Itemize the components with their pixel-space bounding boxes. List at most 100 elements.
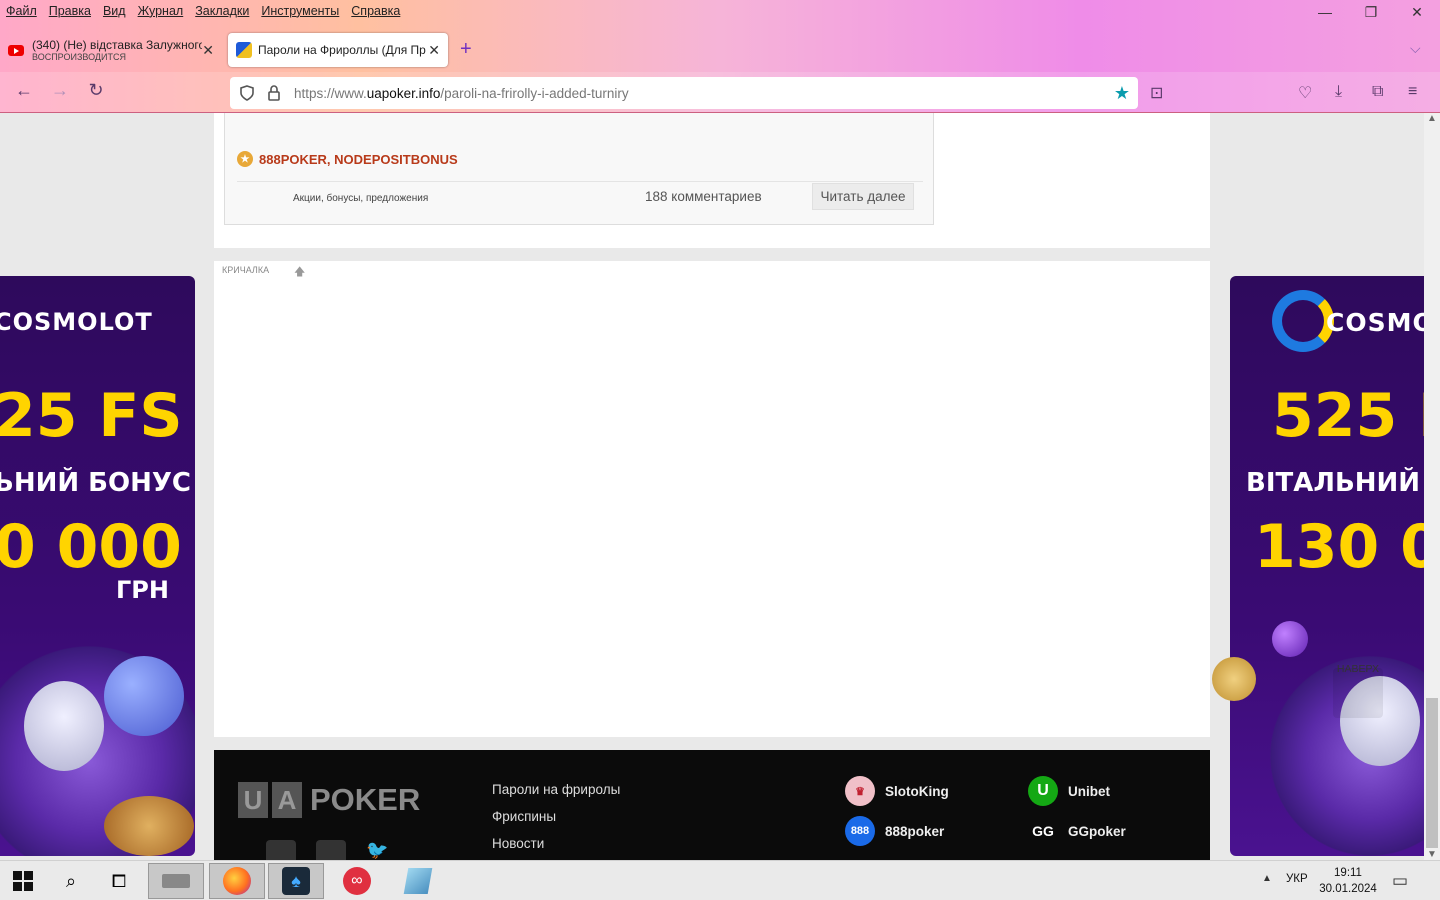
tab-youtube[interactable]: (340) (Не) відставка Залужного ВОСПРОИЗВ… xyxy=(4,34,222,66)
arrow-up-icon[interactable]: 🡅 xyxy=(294,263,305,282)
banner-bonus-text: ВІТАЛЬНИЙ Б xyxy=(1246,468,1424,498)
arrow-left-icon[interactable]: ← xyxy=(12,80,36,101)
browser-chrome: Файл Правка Вид Журнал Закладки Инструме… xyxy=(0,0,1440,113)
banner-bonus-text: ЬНИЙ БОНУС xyxy=(0,468,191,498)
star-icon[interactable]: ★ xyxy=(1114,83,1130,104)
footer-link-news[interactable]: Новости xyxy=(492,836,544,851)
menu-history[interactable]: Журнал xyxy=(138,4,184,18)
room-unibet[interactable]: U Unibet xyxy=(1028,776,1110,806)
facebook-icon[interactable] xyxy=(266,840,296,860)
shield-icon[interactable] xyxy=(238,84,256,102)
page-viewport: ★ 888POKER, NODEPOSITBONUS Акции, бонусы… xyxy=(0,113,1424,860)
robot-extension-icon[interactable]: ⊡ xyxy=(1150,83,1163,103)
post-category[interactable]: Акции, бонусы, предложения xyxy=(293,193,428,204)
task-view-icon[interactable]: ⧠ xyxy=(96,863,142,899)
banner-freespins: 525 F xyxy=(1272,381,1424,451)
banner-freespins: 25 FS xyxy=(0,381,183,451)
hamburger-icon[interactable]: ≡ xyxy=(1408,83,1417,101)
close-icon[interactable]: ✕ xyxy=(428,42,440,59)
menu-edit[interactable]: Правка xyxy=(49,4,91,18)
uapoker-favicon-icon xyxy=(236,42,252,58)
puzzle-icon[interactable]: ⧉ xyxy=(1372,83,1383,101)
file-explorer-icon[interactable] xyxy=(148,863,204,899)
shoutbox: КРИЧАЛКА 🡅 xyxy=(214,261,1210,737)
scroll-to-top-button[interactable] xyxy=(1333,668,1383,718)
divider xyxy=(237,181,923,182)
unibet-icon: U xyxy=(1028,776,1058,806)
notepad-icon[interactable] xyxy=(390,863,446,899)
slotoking-icon: ♛ xyxy=(845,776,875,806)
read-more-button[interactable]: Читать далее xyxy=(812,183,914,210)
pokerstars-icon[interactable]: ♠ xyxy=(268,863,324,899)
menu-tools[interactable]: Инструменты xyxy=(261,4,339,18)
menu-bar: Файл Правка Вид Журнал Закладки Инструме… xyxy=(0,0,406,22)
minimize-icon[interactable]: — xyxy=(1310,4,1340,20)
scrollbar-thumb[interactable] xyxy=(1426,698,1438,848)
twitter-icon[interactable]: 🐦 xyxy=(366,840,396,860)
comments-count[interactable]: 188 комментариев xyxy=(645,189,762,204)
telegram-icon[interactable] xyxy=(316,840,346,860)
logo-text: POKER xyxy=(310,782,421,817)
scroll-down-icon[interactable]: ▼ xyxy=(1427,849,1437,860)
room-label: Unibet xyxy=(1068,783,1110,799)
cosmolot-logo-icon xyxy=(1272,290,1334,352)
download-icon[interactable]: ⤓ xyxy=(1335,83,1342,101)
poker-client-icon[interactable]: ∞ xyxy=(329,863,385,899)
site-footer: U A POKER 🐦 Пароли на фриролы Фриспины Н… xyxy=(214,750,1210,860)
planet-image xyxy=(1272,621,1308,657)
windows-start-icon[interactable] xyxy=(0,863,46,899)
room-slotoking[interactable]: ♛ SlotoKing xyxy=(845,776,949,806)
restore-icon[interactable]: ❐ xyxy=(1356,4,1386,21)
logo-letter: U xyxy=(238,782,268,818)
uapoker-logo[interactable]: U A POKER xyxy=(238,782,420,818)
scroll-up-icon[interactable]: ▲ xyxy=(1427,113,1437,124)
close-icon[interactable]: ✕ xyxy=(202,42,214,59)
content-wrapper: ★ 888POKER, NODEPOSITBONUS Акции, бонусы… xyxy=(214,113,1210,248)
tab-playing-label: ВОСПРОИЗВОДИТСЯ xyxy=(32,52,126,62)
arrow-right-icon[interactable]: → xyxy=(48,80,72,101)
scrollbar[interactable]: ▲ ▼ xyxy=(1424,113,1440,860)
banner-brand: COSMO xyxy=(1326,308,1424,337)
firefox-icon[interactable] xyxy=(209,863,265,899)
astronaut-image xyxy=(24,681,104,771)
room-label: 888poker xyxy=(885,823,945,839)
star-badge-icon: ★ xyxy=(237,151,253,167)
room-label: GGpoker xyxy=(1068,823,1126,839)
post-card: ★ 888POKER, NODEPOSITBONUS Акции, бонусы… xyxy=(224,113,934,225)
windows-taskbar: ⌕ ⧠ ♠ ∞ ▲ УКР 19:11 30.01.2024 ▭ xyxy=(0,860,1440,900)
clock-date: 30.01.2024 xyxy=(1319,883,1377,895)
ad-banner-left[interactable]: COSMOLOT 25 FS ЬНИЙ БОНУС 0 000 ГРН xyxy=(0,276,195,856)
menu-file[interactable]: Файл xyxy=(6,4,37,18)
pocket-icon[interactable]: ♡ xyxy=(1298,83,1312,103)
url-bar[interactable]: https://www.uapoker.info/paroli-na-friro… xyxy=(230,77,1138,109)
coin-image xyxy=(104,796,194,856)
menu-bookmarks[interactable]: Закладки xyxy=(195,4,249,18)
search-icon[interactable]: ⌕ xyxy=(48,863,94,899)
reload-icon[interactable]: ↻ xyxy=(84,80,108,101)
clock-time: 19:11 xyxy=(1334,867,1362,879)
lock-icon[interactable] xyxy=(266,84,282,102)
menu-view[interactable]: Вид xyxy=(103,4,126,18)
window-close-icon[interactable]: ✕ xyxy=(1402,4,1432,21)
chevron-down-icon[interactable]: ⌵ xyxy=(1410,40,1421,57)
clock[interactable]: 19:11 30.01.2024 xyxy=(1318,865,1378,897)
footer-link-freespins[interactable]: Фриспины xyxy=(492,809,556,824)
notifications-icon[interactable]: ▭ xyxy=(1392,871,1408,891)
coin-image xyxy=(1212,657,1256,701)
menu-help[interactable]: Справка xyxy=(351,4,400,18)
tab-active[interactable]: Пароли на Фрироллы (Для Пр ✕ xyxy=(228,33,448,67)
banner-amount: 0 000 xyxy=(0,512,182,582)
tray-chevron-up-icon[interactable]: ▲ xyxy=(1262,873,1272,884)
room-ggpoker[interactable]: GG GGpoker xyxy=(1028,816,1126,846)
ad-banner-right[interactable]: COSMO 525 F ВІТАЛЬНИЙ Б 130 0 xyxy=(1230,276,1424,856)
scroll-to-top-label[interactable]: НАВЕРХ xyxy=(1320,663,1396,675)
room-888poker[interactable]: 888 888poker xyxy=(845,816,944,846)
tab-title: (340) (Не) відставка Залужного xyxy=(32,38,202,52)
keyboard-language[interactable]: УКР xyxy=(1286,873,1308,885)
footer-link-freeroll-passwords[interactable]: Пароли на фриролы xyxy=(492,782,620,797)
banner-brand: COSMOLOT xyxy=(0,308,153,336)
post-tag-links[interactable]: 888POKER, NODEPOSITBONUS xyxy=(259,152,458,167)
ggpoker-icon: GG xyxy=(1032,823,1054,839)
new-tab-plus-icon[interactable]: + xyxy=(460,38,472,61)
888poker-icon: 888 xyxy=(845,816,875,846)
